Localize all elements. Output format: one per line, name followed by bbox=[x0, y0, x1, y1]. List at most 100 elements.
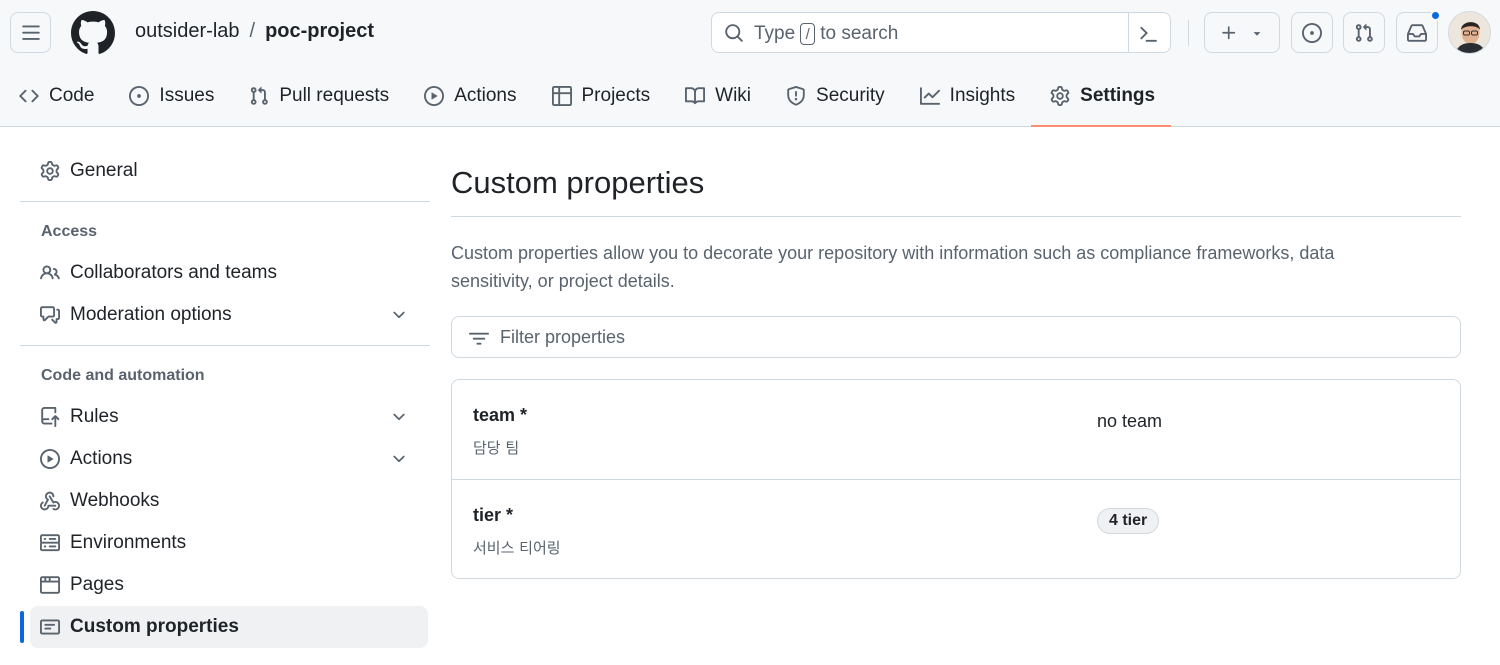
user-photo bbox=[1449, 12, 1490, 53]
sidebar-item-label: Rules bbox=[70, 406, 119, 427]
global-search-input[interactable]: Type / to search bbox=[711, 12, 1171, 53]
tab-settings[interactable]: Settings bbox=[1031, 74, 1172, 127]
tab-label: Settings bbox=[1080, 85, 1156, 106]
sidebar-item-actions[interactable]: Actions bbox=[20, 438, 430, 480]
play-icon bbox=[40, 449, 60, 469]
inbox-icon bbox=[1407, 23, 1427, 42]
gear-icon bbox=[1050, 86, 1070, 106]
sidebar-item-webhooks[interactable]: Webhooks bbox=[20, 480, 430, 522]
inbox-button[interactable] bbox=[1396, 10, 1441, 53]
triangle-down-icon bbox=[1253, 31, 1261, 36]
properties-list: team * 담당 팀 no team tier * 서비스 티어링 4 tie… bbox=[451, 379, 1461, 579]
header-divider bbox=[1188, 20, 1189, 46]
notification-indicator bbox=[1430, 10, 1441, 21]
tab-wiki[interactable]: Wiki bbox=[666, 74, 767, 118]
tab-security[interactable]: Security bbox=[767, 74, 901, 118]
tab-label: Insights bbox=[949, 85, 1016, 106]
slash-key-hint: / bbox=[800, 23, 816, 45]
tab-issues[interactable]: Issues bbox=[110, 74, 230, 118]
table-icon bbox=[551, 86, 572, 106]
tab-projects[interactable]: Projects bbox=[533, 74, 667, 118]
property-description: 서비스 티어링 bbox=[473, 539, 561, 557]
property-value-badge: 4 tier bbox=[1097, 508, 1160, 534]
sidebar-item-pages[interactable]: Pages bbox=[20, 564, 430, 606]
tab-label: Pull requests bbox=[279, 85, 390, 106]
tab-insights[interactable]: Insights bbox=[901, 74, 1031, 118]
main-content: Custom properties Custom properties allo… bbox=[451, 160, 1461, 579]
sidebar-item-label: Collaborators and teams bbox=[70, 262, 277, 283]
chevron-down-icon bbox=[393, 455, 405, 463]
code-icon bbox=[19, 89, 39, 103]
book-icon bbox=[685, 87, 706, 105]
issue-opened-icon bbox=[1302, 22, 1322, 43]
repo-breadcrumb: outsider-lab / poc-project bbox=[135, 20, 374, 43]
create-new-button[interactable] bbox=[1204, 12, 1280, 53]
shield-icon bbox=[787, 86, 805, 106]
tab-code[interactable]: Code bbox=[0, 74, 110, 118]
sidebar-item-rules[interactable]: Rules bbox=[20, 396, 430, 438]
tab-pull-requests[interactable]: Pull requests bbox=[230, 74, 405, 118]
page-description: Custom properties allow you to decorate … bbox=[451, 243, 1335, 291]
your-pull-requests-button[interactable] bbox=[1343, 12, 1385, 53]
sidebar-item-moderation[interactable]: Moderation options bbox=[20, 294, 430, 336]
title-divider bbox=[451, 216, 1461, 217]
your-issues-button[interactable] bbox=[1291, 12, 1333, 53]
property-description: 담당 팀 bbox=[473, 439, 520, 457]
git-pull-request-icon bbox=[1355, 23, 1373, 42]
comment-discussion-icon bbox=[40, 306, 60, 324]
chevron-down-icon bbox=[393, 413, 405, 421]
sidebar-item-label: Environments bbox=[70, 532, 187, 553]
sidebar-item-label: Pages bbox=[70, 574, 124, 595]
note-icon bbox=[40, 619, 60, 635]
command-palette-button[interactable] bbox=[1128, 13, 1170, 52]
plus-icon bbox=[1222, 25, 1236, 39]
sidebar-item-general[interactable]: General bbox=[20, 150, 430, 192]
webhook-icon bbox=[40, 491, 60, 511]
sidebar-heading-code-automation: Code and automation bbox=[41, 367, 205, 384]
property-row: tier * 서비스 티어링 4 tier bbox=[452, 480, 1460, 578]
repo-nav: Code Issues Pull requests Actions Projec… bbox=[0, 74, 1172, 127]
tab-actions[interactable]: Actions bbox=[405, 74, 532, 118]
tab-label: Security bbox=[816, 85, 885, 106]
issue-opened-icon bbox=[129, 86, 150, 106]
page-title: Custom properties bbox=[451, 165, 705, 200]
play-icon bbox=[424, 86, 445, 106]
repo-link[interactable]: poc-project bbox=[265, 20, 374, 43]
user-avatar[interactable] bbox=[1448, 11, 1491, 54]
tab-label: Actions bbox=[454, 85, 517, 106]
search-placeholder: Type / to search bbox=[754, 23, 899, 45]
sidebar-item-environments[interactable]: Environments bbox=[20, 522, 430, 564]
sidebar-item-label: Webhooks bbox=[70, 490, 160, 511]
property-name: team * bbox=[473, 405, 528, 425]
repo-push-icon bbox=[41, 407, 60, 427]
filter-placeholder: Filter properties bbox=[500, 327, 626, 347]
app-header: outsider-lab / poc-project Type / to sea… bbox=[0, 0, 1500, 127]
sidebar-heading-access: Access bbox=[41, 223, 98, 240]
menu-button[interactable] bbox=[10, 12, 51, 53]
sidebar-divider bbox=[20, 201, 430, 202]
people-icon bbox=[40, 265, 60, 280]
command-palette-icon bbox=[1139, 26, 1157, 42]
filter-properties-input[interactable]: Filter properties bbox=[451, 316, 1461, 358]
sidebar-item-collaborators[interactable]: Collaborators and teams bbox=[20, 252, 430, 294]
gear-icon bbox=[40, 161, 60, 181]
menu-icon bbox=[21, 25, 40, 40]
tab-label: Issues bbox=[159, 85, 215, 106]
property-row: team * 담당 팀 no team bbox=[452, 380, 1460, 480]
tab-label: Code bbox=[49, 85, 95, 106]
property-value: no team bbox=[1097, 411, 1163, 431]
sidebar-item-label: General bbox=[70, 160, 138, 181]
sidebar-item-label: Moderation options bbox=[70, 304, 232, 325]
graph-icon bbox=[919, 87, 940, 105]
sidebar-item-label: Custom properties bbox=[70, 616, 239, 637]
property-name: tier * bbox=[473, 505, 514, 525]
github-logo[interactable] bbox=[71, 11, 115, 55]
server-icon bbox=[40, 534, 60, 552]
sidebar-item-custom-properties[interactable]: Custom properties bbox=[20, 606, 428, 648]
chevron-down-icon bbox=[393, 311, 405, 319]
owner-link[interactable]: outsider-lab bbox=[135, 20, 240, 43]
search-icon bbox=[725, 24, 743, 42]
git-pull-request-icon bbox=[251, 86, 269, 105]
breadcrumb-separator: / bbox=[249, 20, 256, 42]
sidebar-item-label: Actions bbox=[70, 448, 133, 469]
